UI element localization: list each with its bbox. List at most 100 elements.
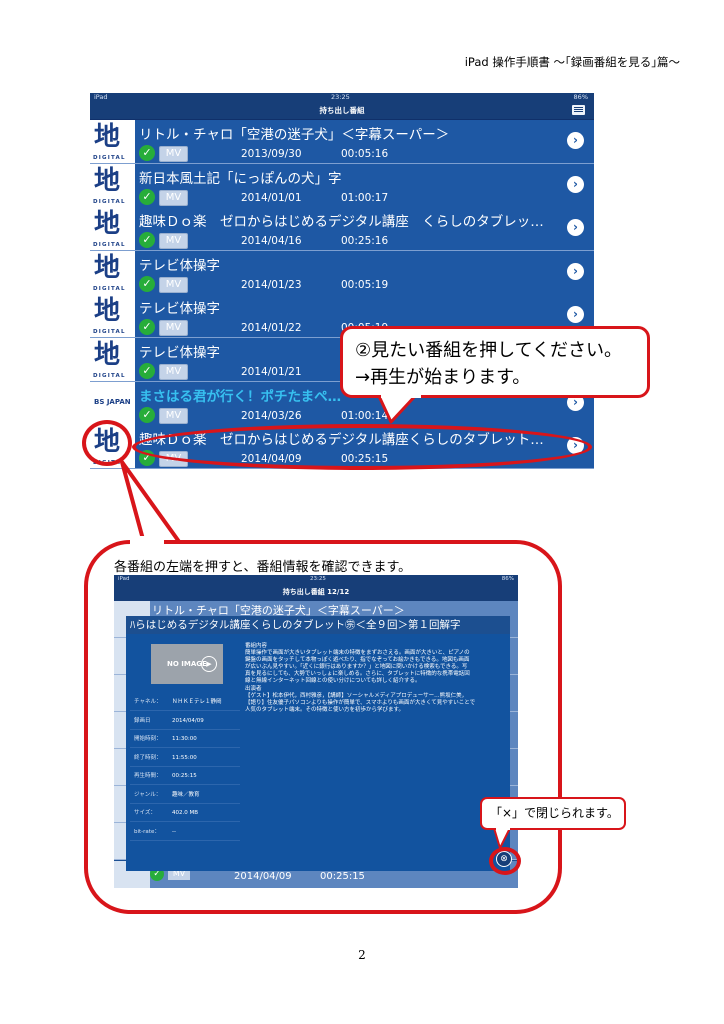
- callout2-seam: [496, 826, 510, 830]
- list-icon[interactable]: [572, 105, 585, 115]
- page-number: 2: [358, 948, 366, 962]
- cast-heading: 出演者: [245, 685, 262, 692]
- record-date: 2014/03/26: [241, 409, 302, 422]
- desc-line: 【ゲスト】松本伊代，西村雅彦，【講師】ソーシャルメディアプロデューサー…熊坂仁美…: [245, 692, 468, 699]
- digital-logo-glyph: 地: [94, 209, 120, 240]
- duration: 00:25:16: [341, 235, 389, 248]
- mv-badge: MV: [159, 320, 188, 337]
- chevron-right-icon[interactable]: ›: [567, 219, 584, 237]
- meta-value: 11:30:00: [172, 736, 197, 742]
- meta-value: 00:25:15: [172, 773, 197, 779]
- check-icon: ✓: [139, 145, 155, 161]
- record-date: 2014/01/21: [241, 366, 302, 378]
- check-icon: ✓: [139, 232, 155, 249]
- meta-key: 録画日: [134, 717, 151, 724]
- record-date: 2014/01/22: [241, 322, 302, 335]
- digital-label: DIGITAL: [93, 242, 126, 249]
- background-duration: 00:25:15: [320, 871, 365, 882]
- channel-logo[interactable]: 地 DIGITAL: [90, 294, 135, 338]
- program-title: リトル・チャロ「空港の迷子犬」＜字幕スーパー＞: [139, 127, 450, 143]
- digital-logo-glyph: 地: [94, 340, 120, 370]
- meta-row: 再生時間： 00:25:15: [130, 768, 240, 785]
- program-title: 新日本風土記「にっぽんの犬」字: [139, 170, 342, 187]
- program-title: テレビ体操字: [139, 301, 220, 318]
- record-date: 2014/01/23: [241, 278, 302, 291]
- meta-row: bit-rate： --: [130, 824, 240, 841]
- callout-play-instruction: ②見たい番組を押してください。 →再生が始まります。: [340, 326, 650, 398]
- meta-row: サイズ： 402.0 MB: [130, 805, 240, 822]
- status-bar-2: iPad 23:25 86%: [114, 575, 518, 583]
- mv-badge: MV: [159, 189, 188, 206]
- nav-bar: 持ち出し番組: [90, 102, 594, 120]
- page-header: iPad 操作手順書 〜｢録画番組を見る｣篇〜: [464, 55, 680, 69]
- status-time-2: 23:25: [310, 576, 326, 582]
- meta-key: チャネル：: [134, 699, 162, 705]
- channel-logo[interactable]: 地 DIGITAL: [90, 338, 135, 381]
- channel-logo[interactable]: 地 DIGITAL: [90, 207, 135, 251]
- check-icon: ✓: [139, 188, 155, 205]
- digital-logo-glyph: 地: [94, 296, 120, 327]
- meta-row: ジャンル： 趣味／教育: [130, 787, 240, 804]
- channel-logo[interactable]: BS JAPAN: [90, 381, 135, 425]
- digital-label: DIGITAL: [93, 373, 126, 379]
- status-time: 23:25: [331, 93, 350, 101]
- duration: 01:00:17: [341, 191, 389, 204]
- info-callout-seam: [130, 536, 164, 544]
- meta-row: チャネル： ＮＨＫＥテレ１静岡: [130, 694, 240, 711]
- nav-title-2: 持ち出し番組 12/12: [114, 583, 518, 601]
- meta-key: 開始時刻：: [134, 736, 162, 742]
- meta-row: 終了時刻： 11:55:00: [130, 750, 240, 767]
- mv-badge: MV: [159, 146, 188, 162]
- meta-key: 終了時刻：: [134, 754, 162, 761]
- channel-logo[interactable]: 地 DIGITAL: [90, 120, 135, 163]
- mv-badge: MV: [159, 407, 188, 424]
- play-icon[interactable]: ▶: [201, 656, 217, 672]
- program-title: 趣味Ｄｏ楽 ゼロからはじめるデジタル講座 くらしのタブレッ…: [139, 214, 544, 231]
- check-icon: ✓: [139, 406, 155, 423]
- bs-japan-logo: BS JAPAN: [94, 397, 131, 406]
- duration: 00:05:19: [341, 278, 389, 291]
- chevron-right-icon[interactable]: ›: [567, 132, 584, 149]
- mv-badge: MV: [159, 276, 188, 293]
- meta-value: 11:55:00: [172, 754, 197, 761]
- digital-logo-glyph: 地: [94, 122, 120, 152]
- program-title: テレビ体操字: [139, 257, 220, 274]
- channel-logo[interactable]: 地 DIGITAL: [90, 163, 135, 207]
- channel-logo[interactable]: 地 DIGITAL: [90, 250, 135, 294]
- callout1-line1: ②見たい番組を押してください。: [355, 340, 623, 361]
- digital-label: DIGITAL: [93, 285, 126, 292]
- desc-line: 線と無線インターネット回線との使い分けについても詳しく紹介する。: [245, 678, 421, 685]
- thumbnail-placeholder[interactable]: NO IMAGE ▶: [151, 644, 223, 684]
- status-battery-2: 86%: [501, 576, 514, 582]
- program-description: 番組内容 簡単操作で画面が大きいタブレット端末の特徴をまずおさえる。画面が大きい…: [245, 643, 503, 714]
- meta-value: 趣味／教育: [172, 791, 200, 798]
- program-row[interactable]: 地 DIGITAL 趣味Ｄｏ楽 ゼロからはじめるデジタル講座 くらしのタブレッ… ✓ M…: [90, 207, 594, 252]
- highlight-close: [489, 847, 521, 875]
- nav-title: 持ち出し番組: [319, 106, 365, 115]
- program-row[interactable]: 地 DIGITAL リトル・チャロ「空港の迷子犬」＜字幕スーパー＞ ✓ MV 2013/0…: [90, 120, 594, 164]
- modal-title: ﾊらはじめるデジタル講座くらしのタブレット㊪＜全９回＞第１回解字: [126, 616, 510, 634]
- desc-line: 【語り】住友優子パソコンよりも操作が簡単で、スマホよりも画面が大きくて見やすいこ…: [245, 699, 476, 706]
- callout1-line2: →再生が始まります。: [355, 367, 531, 388]
- meta-row: 録画日 2014/04/09: [130, 713, 240, 730]
- desc-line: 人気のタブレット端末。その特徴と使い方を初歩から学びます。: [245, 706, 404, 713]
- status-bar: iPad 23:25 86%: [90, 93, 594, 102]
- record-date: 2013/09/30: [241, 148, 302, 160]
- program-row[interactable]: 地 DIGITAL 新日本風土記「にっぽんの犬」字 ✓ MV 2014/01/01 01:0…: [90, 163, 594, 208]
- meta-value: 402.0 MB: [172, 810, 199, 816]
- status-device-2: iPad: [118, 576, 130, 582]
- digital-label: DIGITAL: [93, 155, 126, 161]
- meta-key: ジャンル：: [134, 791, 162, 798]
- check-icon: ✓: [139, 319, 155, 336]
- meta-value: --: [172, 828, 176, 835]
- program-info-modal: ﾊらはじめるデジタル講座くらしのタブレット㊪＜全９回＞第１回解字 NO IMAG…: [126, 616, 510, 871]
- chevron-right-icon[interactable]: ›: [567, 306, 584, 324]
- program-row[interactable]: 地 DIGITAL テレビ体操字 ✓ MV 2014/01/23 00:05:19 ›: [90, 250, 594, 295]
- digital-label: DIGITAL: [93, 198, 126, 205]
- digital-logo-glyph: 地: [94, 165, 120, 196]
- meta-row: 開始時刻： 11:30:00: [130, 731, 240, 748]
- chevron-right-icon[interactable]: ›: [567, 175, 584, 193]
- check-icon: ✓: [139, 275, 155, 292]
- chevron-right-icon[interactable]: ›: [567, 262, 584, 280]
- digital-logo-glyph: 地: [94, 252, 120, 283]
